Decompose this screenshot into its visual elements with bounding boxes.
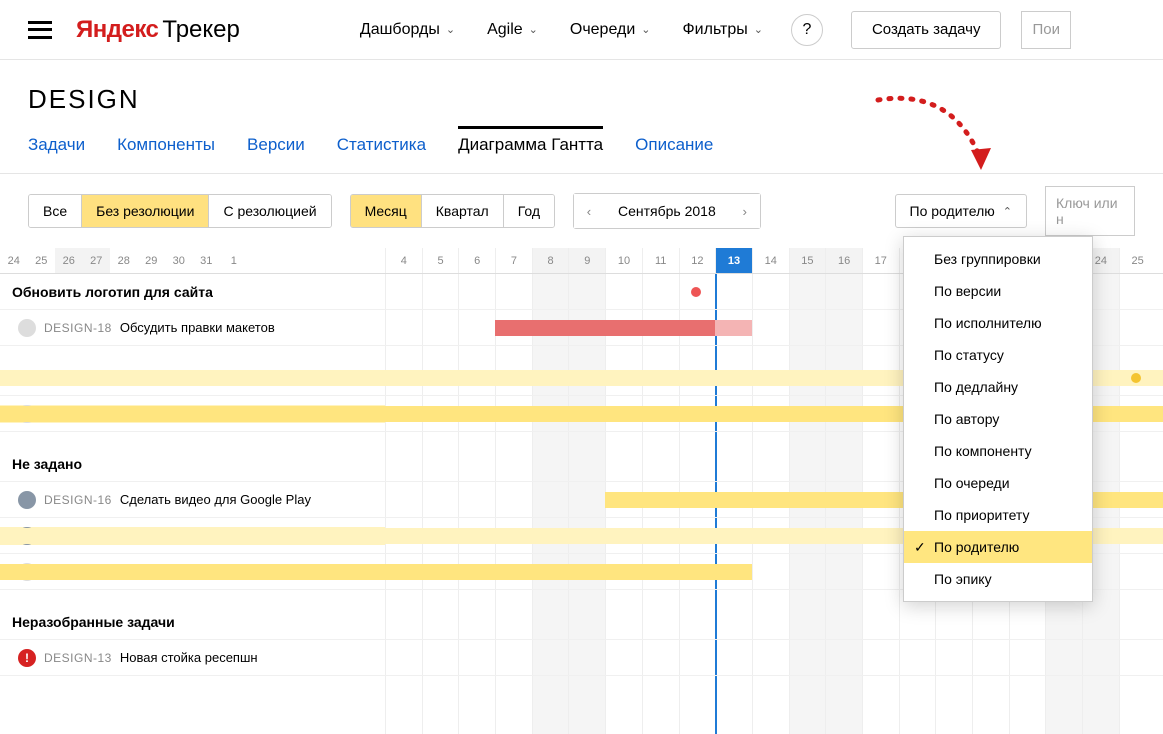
task-row[interactable]: ! DESIGN-13 Новая стойка ресепшн [0,640,1163,676]
day-header: 31 [193,248,221,273]
gantt-bar[interactable] [495,320,715,336]
day-header: 17 [862,248,899,273]
day-header: 28 [110,248,138,273]
task-key: DESIGN-13 [44,651,112,665]
nav-filters[interactable]: Фильтры⌄ [683,21,763,39]
resolution-filter: Все Без резолюции С резолюцией [28,194,332,228]
nav-agile[interactable]: Agile⌄ [487,21,538,39]
prev-month-button[interactable]: ‹ [574,194,604,228]
tab-description[interactable]: Описание [635,129,713,161]
group-title: Неразобранные задачи [0,614,385,630]
period-filter: Месяц Квартал Год [350,194,555,228]
marker-dot [1131,373,1141,383]
grouping-option[interactable]: По очереди [904,467,1092,499]
grouping-option[interactable]: По исполнителю [904,307,1092,339]
alert-icon: ! [18,649,36,667]
day-header: 8 [532,248,569,273]
avatar [18,491,36,509]
day-header: 13 [715,248,752,273]
help-button[interactable]: ? [791,14,823,46]
project-title: DESIGN [0,60,1163,129]
day-header: 11 [642,248,679,273]
logo-tracker: Трекер [162,16,239,44]
gantt-bar[interactable] [715,320,752,336]
grouping-option[interactable]: По компоненту [904,435,1092,467]
day-header: 4 [385,248,422,273]
filter-with-resolution[interactable]: С резолюцией [209,195,330,227]
chevron-down-icon: ⌄ [641,23,650,36]
search-input[interactable]: Пои [1021,11,1071,49]
tab-gantt[interactable]: Диаграмма Гантта [458,126,603,161]
filter-without-resolution[interactable]: Без резолюции [82,195,209,227]
day-header: 29 [138,248,166,273]
marker-dot [691,287,701,297]
gantt-bar[interactable] [0,564,752,580]
grouping-option[interactable]: По статусу [904,339,1092,371]
grouping-option[interactable]: По автору [904,403,1092,435]
nav-dashboards[interactable]: Дашборды⌄ [360,21,455,39]
day-header: 7 [495,248,532,273]
period-month[interactable]: Месяц [351,195,422,227]
grouping-option[interactable]: По эпику [904,563,1092,595]
key-search-input[interactable]: Ключ или н [1045,186,1135,236]
grouping-dropdown: Без группировкиПо версииПо исполнителюПо… [903,236,1093,602]
group-title: Не задано [0,456,385,472]
avatar [18,319,36,337]
chevron-down-icon: ⌄ [446,23,455,36]
chevron-down-icon: ⌄ [529,23,538,36]
day-header: 27 [83,248,111,273]
grouping-option[interactable]: По родителю [904,531,1092,563]
day-header: 26 [55,248,83,273]
day-header: 24 [0,248,28,273]
create-task-button[interactable]: Создать задачу [851,11,1001,49]
logo[interactable]: Яндекс Трекер [76,16,240,44]
day-header: 14 [752,248,789,273]
logo-yandex: Яндекс [76,16,158,44]
day-header: 9 [568,248,605,273]
tab-statistics[interactable]: Статистика [337,129,426,161]
next-month-button[interactable]: › [730,194,760,228]
grouping-option[interactable]: По дедлайну [904,371,1092,403]
grouping-button[interactable]: По родителю ⌃ [895,194,1027,228]
day-header: 16 [825,248,862,273]
grouping-option[interactable]: По версии [904,275,1092,307]
tab-components[interactable]: Компоненты [117,129,215,161]
task-name: Новая стойка ресепшн [120,650,258,665]
period-quarter[interactable]: Квартал [422,195,504,227]
tab-versions[interactable]: Версии [247,129,305,161]
period-year[interactable]: Год [504,195,554,227]
group-title: Обновить логотип для сайта [0,284,385,300]
day-header: 6 [458,248,495,273]
day-header: 30 [165,248,193,273]
group-row: Неразобранные задачи [0,604,1163,640]
day-header: 5 [422,248,459,273]
tab-tasks[interactable]: Задачи [28,129,85,161]
filter-all[interactable]: Все [29,195,82,227]
day-header: 25 [28,248,56,273]
task-key: DESIGN-16 [44,493,112,507]
day-header: 15 [789,248,826,273]
menu-icon[interactable] [28,21,52,39]
task-key: DESIGN-18 [44,321,112,335]
month-pager: ‹ Сентябрь 2018 › [573,193,761,229]
grouping-option[interactable]: По приоритету [904,499,1092,531]
day-header: 10 [605,248,642,273]
chevron-up-icon: ⌃ [1003,205,1012,218]
day-header: 1 [220,248,248,273]
current-month: Сентябрь 2018 [604,203,730,219]
day-header: 25 [1119,248,1156,273]
grouping-option[interactable]: Без группировки [904,243,1092,275]
task-name: Сделать видео для Google Play [120,492,311,507]
chevron-down-icon: ⌄ [754,23,763,36]
day-header: 12 [679,248,716,273]
task-name: Обсудить правки макетов [120,320,275,335]
nav-queues[interactable]: Очереди⌄ [570,21,651,39]
